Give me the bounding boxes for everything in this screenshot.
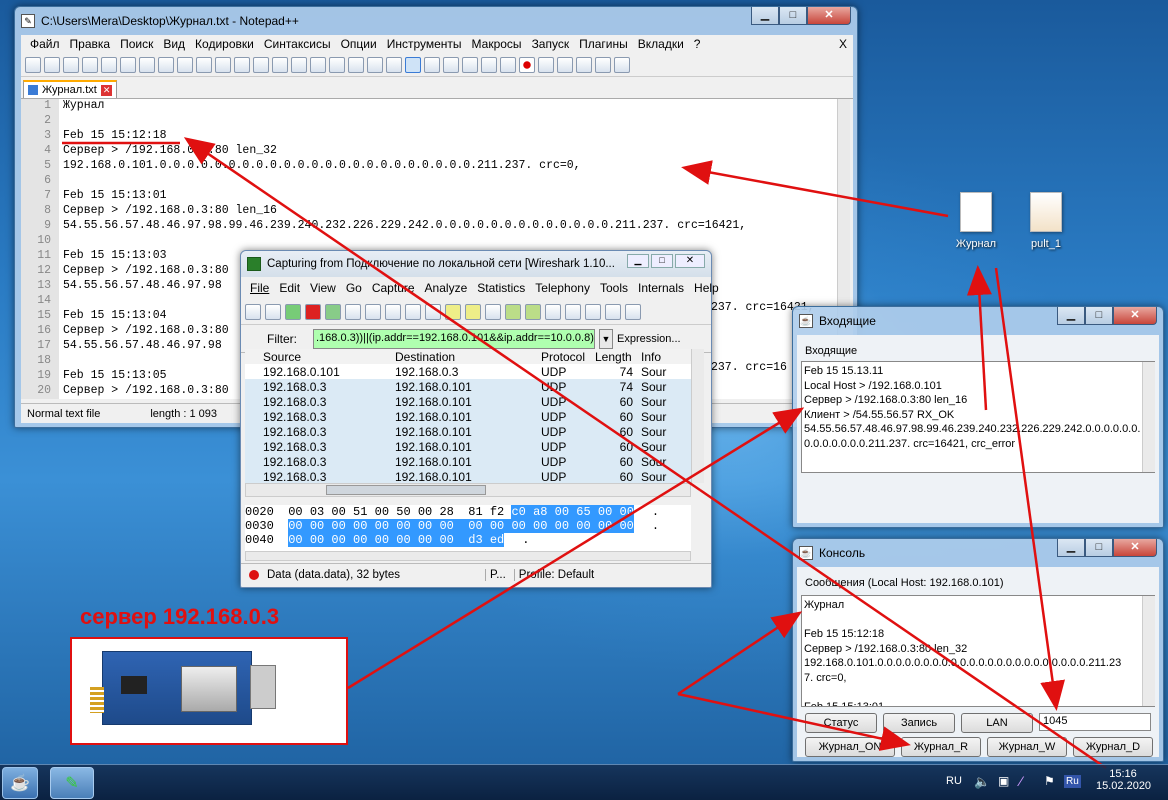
arrow-incoming-to-journal-icon: [966, 265, 992, 411]
taskbar-notepadpp[interactable]: ✎: [50, 767, 94, 799]
clock-date: 15.02.2020: [1096, 780, 1152, 792]
clock-time: 15:16: [1109, 768, 1137, 780]
notepadpp-icon: ✎: [65, 775, 79, 792]
arrow-to-journal-r: [677, 692, 911, 751]
network-icon[interactable]: ▣: [998, 774, 1009, 788]
arrow-journal-to-line5: [681, 160, 949, 218]
language-indicator[interactable]: RU: [946, 775, 962, 787]
keyboard-layout-icon[interactable]: Ru: [1064, 775, 1081, 788]
arrow-journal-to-port: [994, 267, 1065, 711]
arrow-to-line3: [183, 137, 701, 492]
clock[interactable]: 15:16 15.02.2020: [1096, 768, 1152, 792]
taskbar-java-app[interactable]: ☕: [2, 767, 38, 799]
java-icon: ☕: [10, 775, 30, 792]
arrow-server-to-incoming: [347, 407, 805, 690]
taskbar: ☕ ✎ RU 🔈 ▣ ⁄ ⚑ Ru 15:16 15.02.2020: [0, 764, 1168, 800]
pen-icon[interactable]: ⁄: [1020, 773, 1022, 789]
action-center-icon[interactable]: ⚑: [1044, 774, 1055, 788]
volume-icon[interactable]: 🔈: [974, 774, 990, 790]
arrow-to-console-text: [677, 611, 803, 696]
annotation-arrows: [62, 137, 1107, 770]
